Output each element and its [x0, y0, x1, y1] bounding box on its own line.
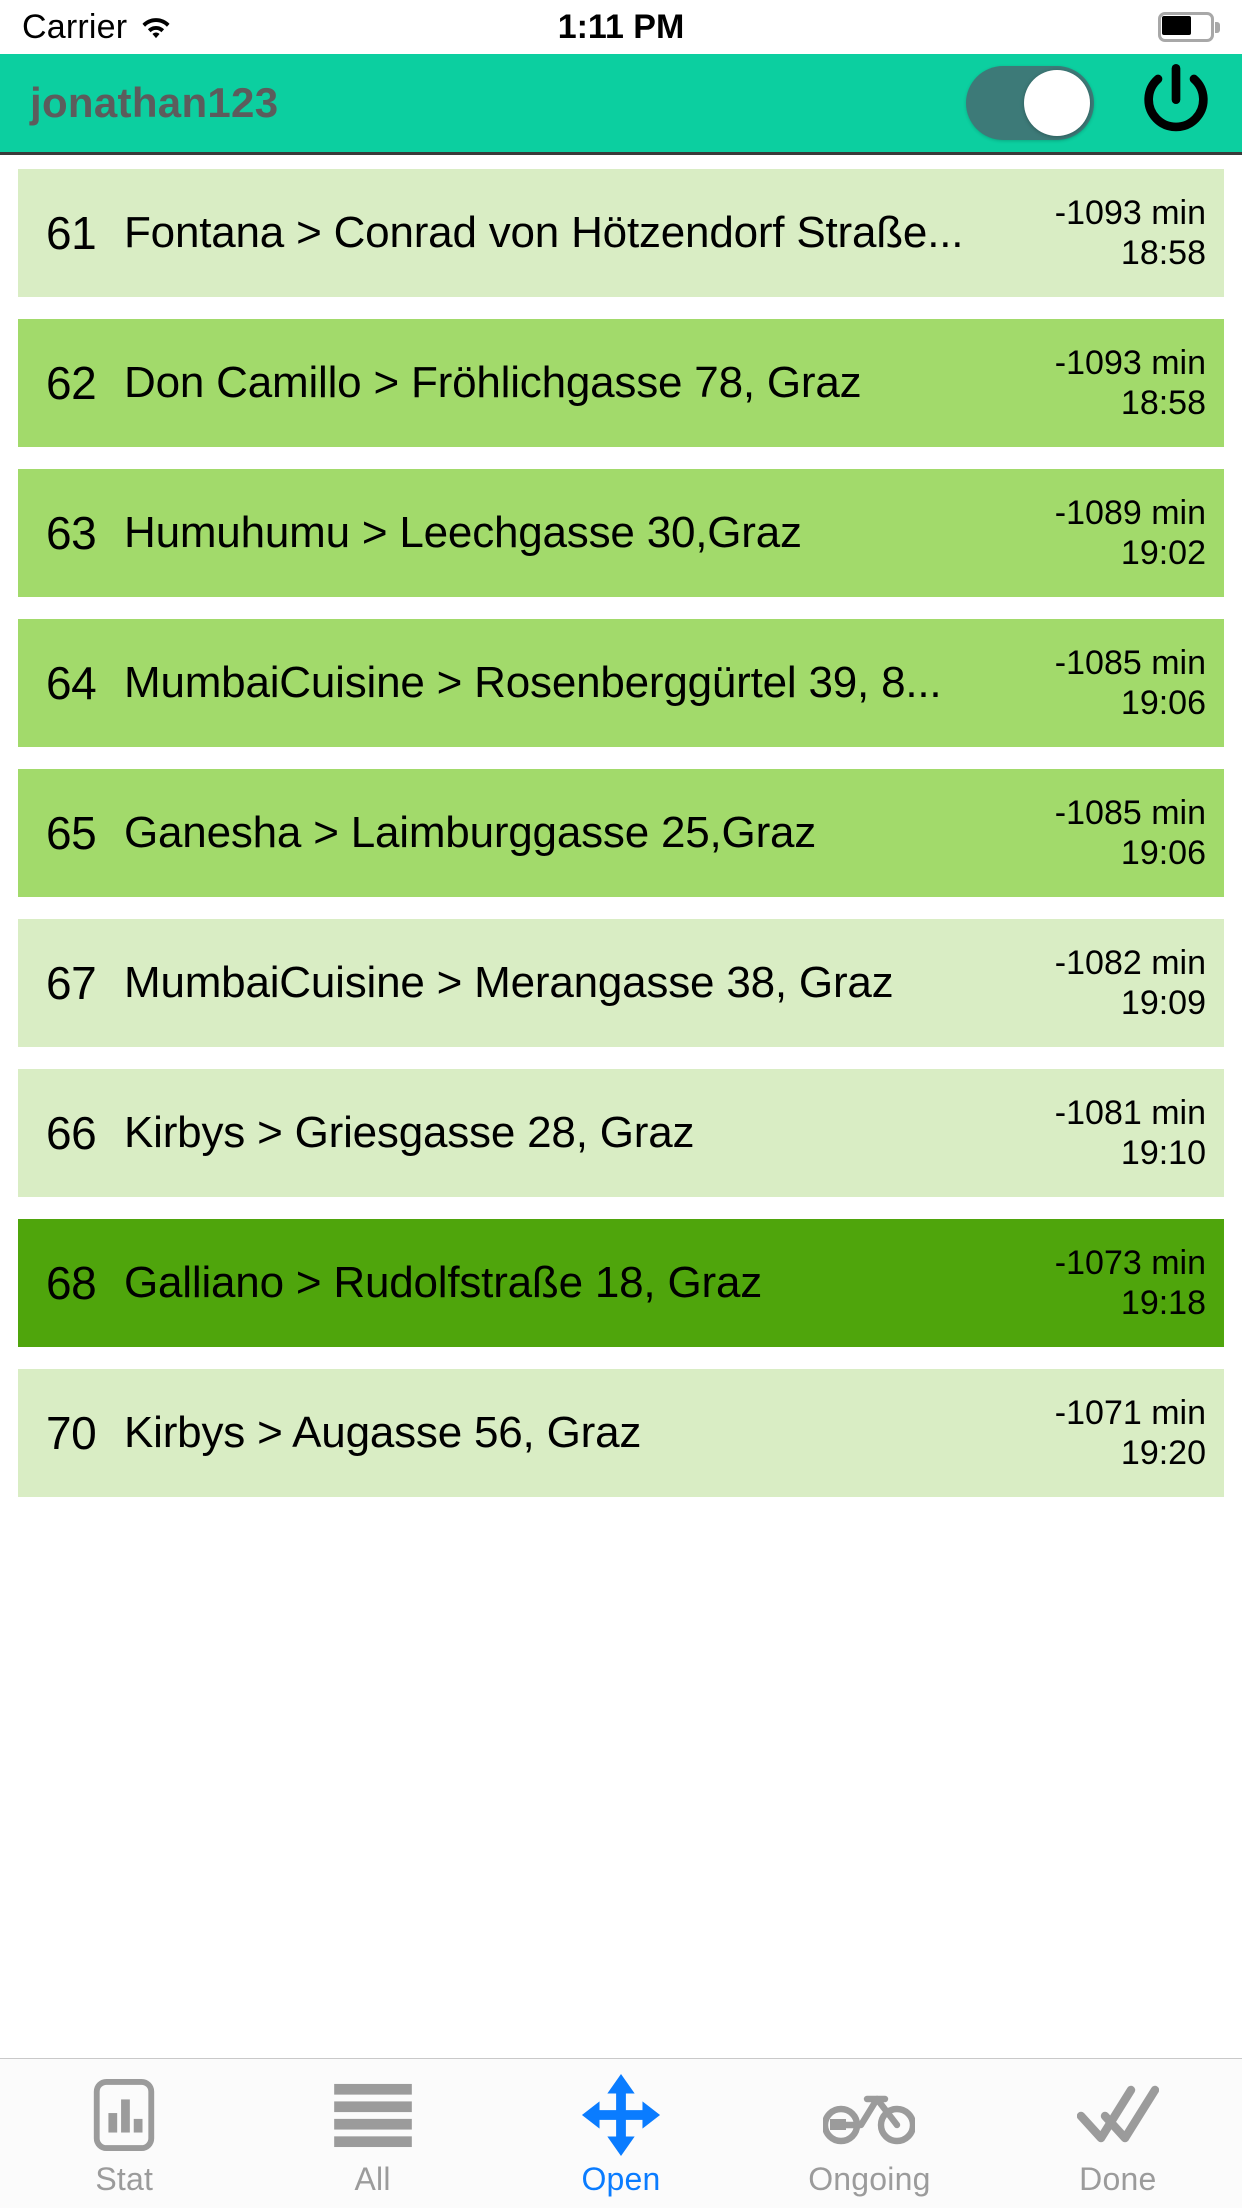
order-time: 19:18 — [1120, 1284, 1206, 1322]
order-id: 65 — [46, 807, 97, 859]
order-id: 68 — [46, 1257, 97, 1309]
tab-ongoing[interactable]: Ongoing — [745, 2059, 993, 2208]
order-id: 64 — [46, 657, 97, 709]
toggle-knob — [1024, 70, 1090, 136]
order-time: 19:20 — [1120, 1434, 1206, 1472]
tab-label: Stat — [95, 2160, 154, 2197]
order-eta: -1093 min — [1054, 193, 1206, 232]
order-time: 19:10 — [1120, 1134, 1206, 1172]
order-title: Kirbys > Augasse 56, Graz — [124, 1408, 642, 1457]
order-title: Fontana > Conrad von Hötzendorf Straße..… — [124, 208, 964, 257]
order-meta: -1073 min 19:18 — [1041, 1243, 1206, 1323]
order-row[interactable]: 68 Galliano > Rudolfstraße 18, Graz -1073 … — [18, 1219, 1224, 1347]
tab-label: Done — [1079, 2160, 1157, 2197]
tab-open[interactable]: Open — [497, 2059, 745, 2208]
order-row[interactable]: 62 Don Camillo > Fröhlichgasse 78, Graz -1… — [18, 319, 1224, 447]
tab-label: All — [354, 2160, 391, 2197]
order-id: 70 — [46, 1407, 97, 1459]
order-title: Kirbys > Griesgasse 28, Graz — [124, 1108, 695, 1157]
order-meta: -1093 min 18:58 — [1041, 343, 1206, 423]
tab-all[interactable]: All — [248, 2059, 496, 2208]
order-list[interactable]: 61 Fontana > Conrad von Hötzendorf Straße… — [0, 155, 1242, 2058]
order-row[interactable]: 63 Humuhumu > Leechgasse 30,Graz -1089 min… — [18, 469, 1224, 597]
order-id: 62 — [46, 357, 97, 409]
battery-icon — [1158, 12, 1220, 42]
bottom-tab-bar: Stat All Open Ongoing Done — [0, 2058, 1242, 2208]
order-eta: -1093 min — [1054, 343, 1206, 382]
order-eta: -1081 min — [1054, 1093, 1206, 1132]
order-title: MumbaiCuisine > Rosenberggürtel 39, 8... — [124, 658, 942, 707]
username-label: jonathan123 — [30, 79, 279, 126]
order-title: Don Camillo > Fröhlichgasse 78, Graz — [124, 358, 862, 407]
list-lines-icon — [333, 2078, 413, 2152]
order-title: Galliano > Rudolfstraße 18, Graz — [124, 1258, 763, 1307]
order-row[interactable]: 67 MumbaiCuisine > Merangasse 38, Graz -10… — [18, 919, 1224, 1047]
wifi-icon — [139, 14, 173, 40]
tab-stat[interactable]: Stat — [0, 2059, 248, 2208]
tab-label: Ongoing — [808, 2160, 931, 2197]
order-id: 63 — [46, 507, 97, 559]
order-time: 18:58 — [1120, 234, 1206, 272]
power-icon[interactable] — [1136, 61, 1216, 146]
order-row[interactable]: 61 Fontana > Conrad von Hötzendorf Straße… — [18, 169, 1224, 297]
order-time: 19:06 — [1120, 684, 1206, 722]
order-id: 67 — [46, 957, 97, 1009]
order-row[interactable]: 64 MumbaiCuisine > Rosenberggürtel 39, 8.… — [18, 619, 1224, 747]
order-meta: -1085 min 19:06 — [1041, 643, 1206, 723]
order-row[interactable]: 70 Kirbys > Augasse 56, Graz -1071 min 19:2… — [18, 1369, 1224, 1497]
tab-done[interactable]: Done — [994, 2059, 1242, 2208]
order-time: 19:02 — [1120, 534, 1206, 572]
double-check-icon — [1076, 2078, 1159, 2152]
order-id: 66 — [46, 1107, 97, 1159]
app-root: Carrier 1:11 PM jonathan123 61 Fontana >… — [0, 0, 1242, 2208]
order-meta: -1089 min 19:02 — [1041, 493, 1206, 573]
order-time: 19:09 — [1120, 984, 1206, 1022]
order-eta: -1082 min — [1054, 943, 1206, 982]
order-meta: -1081 min 19:10 — [1041, 1093, 1206, 1173]
order-title: Ganesha > Laimburggasse 25,Graz — [124, 808, 817, 857]
chart-phone-icon — [89, 2078, 159, 2152]
order-title: Humuhumu > Leechgasse 30,Graz — [124, 508, 802, 557]
ios-status-bar: Carrier 1:11 PM — [0, 0, 1242, 54]
availability-toggle[interactable] — [966, 66, 1094, 140]
header-actions — [966, 61, 1216, 146]
carrier-label: Carrier — [22, 7, 128, 46]
order-time: 19:06 — [1120, 834, 1206, 872]
order-id: 61 — [46, 207, 97, 259]
order-meta: -1082 min 19:09 — [1041, 943, 1206, 1023]
order-eta: -1073 min — [1054, 1243, 1206, 1282]
order-eta: -1089 min — [1054, 493, 1206, 532]
bicycle-icon — [823, 2078, 916, 2152]
order-eta: -1085 min — [1054, 643, 1206, 682]
order-eta: -1071 min — [1054, 1393, 1206, 1432]
order-row[interactable]: 65 Ganesha > Laimburggasse 25,Graz -1085 m… — [18, 769, 1224, 897]
app-header: jonathan123 — [0, 54, 1242, 155]
order-meta: -1085 min 19:06 — [1041, 793, 1206, 873]
four-way-arrows-icon — [581, 2073, 661, 2156]
status-bar-left: Carrier — [22, 8, 173, 47]
clock-label: 1:11 PM — [557, 7, 685, 46]
order-eta: -1085 min — [1054, 793, 1206, 832]
tab-label: Open — [581, 2160, 661, 2197]
order-meta: -1093 min 18:58 — [1041, 193, 1206, 273]
order-time: 18:58 — [1120, 384, 1206, 422]
order-title: MumbaiCuisine > Merangasse 38, Graz — [124, 958, 894, 1007]
status-bar-right — [1158, 12, 1220, 42]
order-row[interactable]: 66 Kirbys > Griesgasse 28, Graz -1081 min 1… — [18, 1069, 1224, 1197]
order-meta: -1071 min 19:20 — [1041, 1393, 1206, 1473]
